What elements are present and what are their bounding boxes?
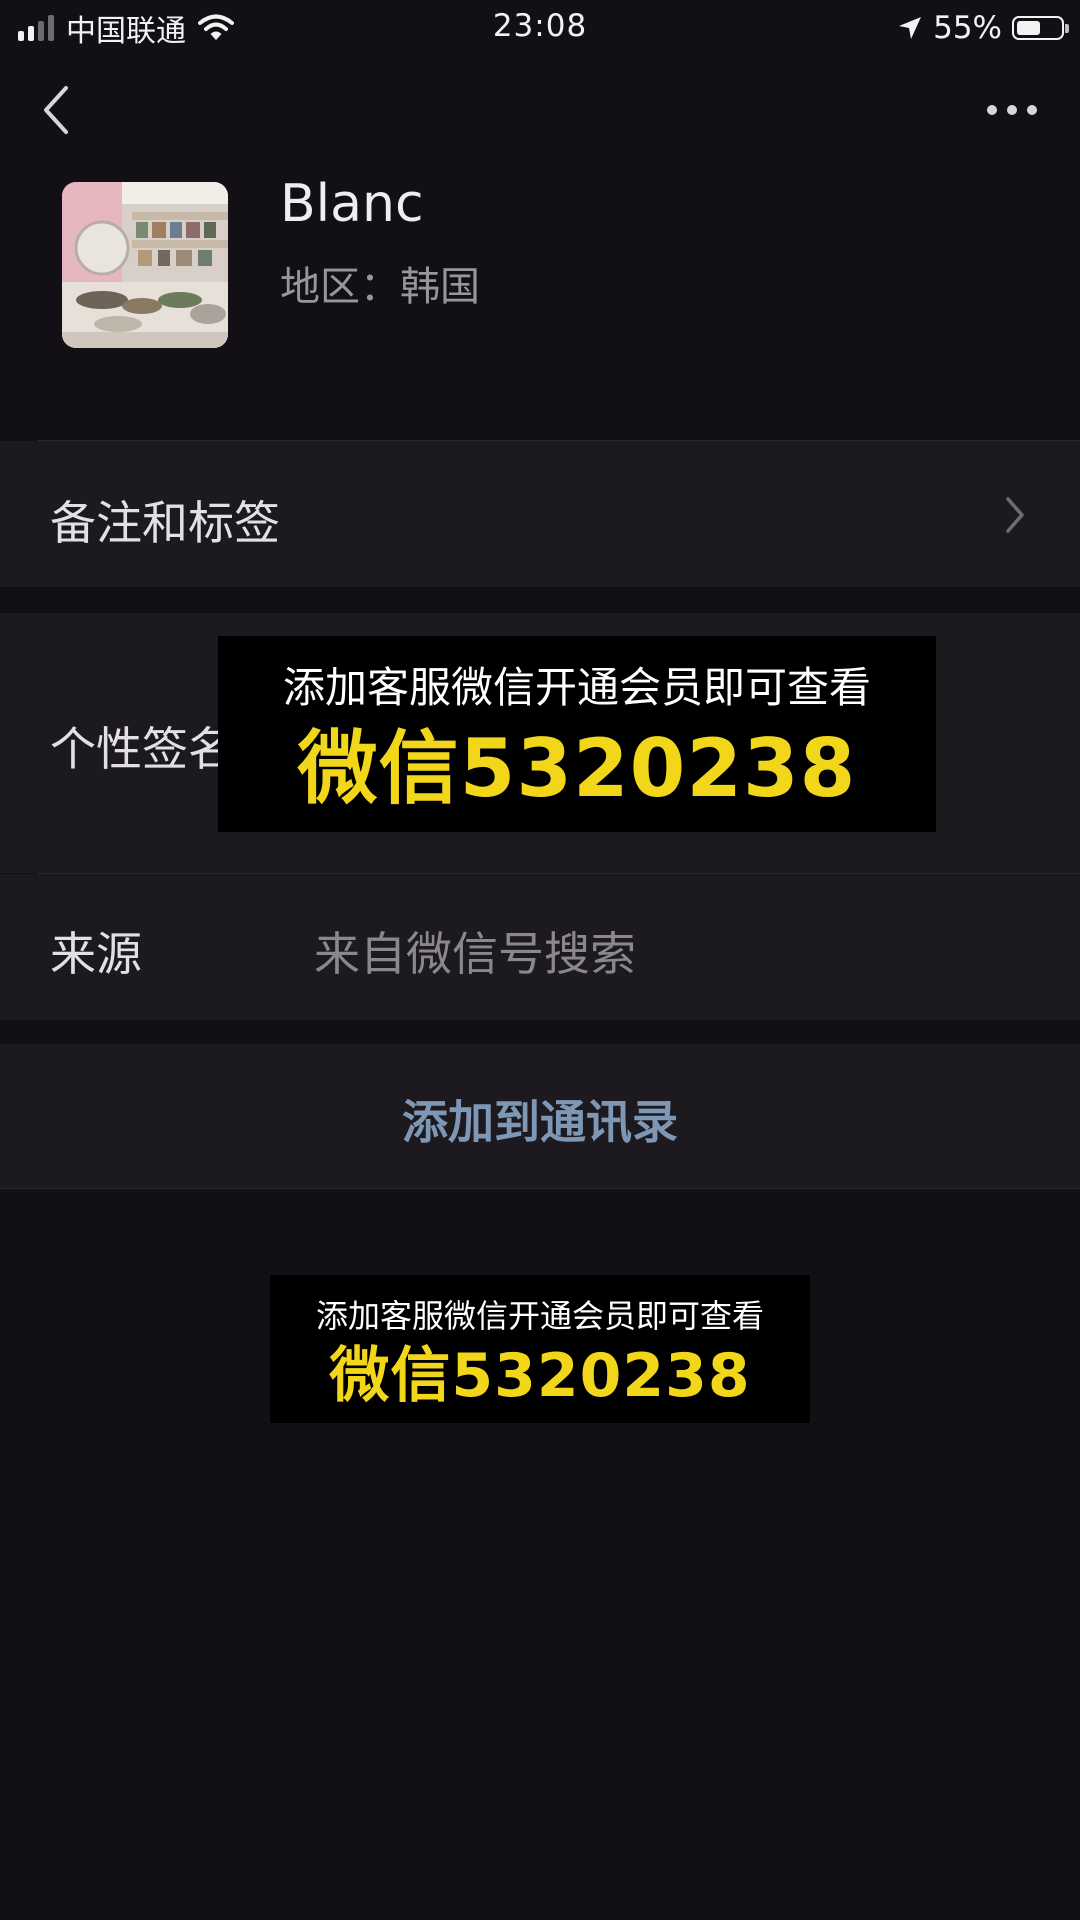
promo-banner: 添加客服微信开通会员即可查看 微信5320238 <box>270 1275 810 1423</box>
status-bar: 中国联通 23:08 55% <box>0 0 1080 54</box>
avatar-image <box>62 182 228 348</box>
profile-region: 地区：韩国 <box>280 264 480 310</box>
divider <box>0 1188 1080 1189</box>
profile-header: Blanc 地区：韩国 <box>0 150 1080 440</box>
remark-tags-label: 备注和标签 <box>50 496 280 550</box>
source-label: 来源 <box>50 927 142 981</box>
battery-fill <box>1017 21 1040 35</box>
status-right: 55% <box>897 8 1069 48</box>
battery-percent: 55% <box>933 10 1002 46</box>
location-arrow-icon <box>899 17 922 39</box>
promo-banner: 添加客服微信开通会员即可查看 微信5320238 <box>218 636 936 832</box>
section-gap <box>0 587 1080 613</box>
promo-text: 添加客服微信开通会员即可查看 <box>315 1297 764 1335</box>
source-value: 来自微信号搜索 <box>314 927 636 981</box>
section-gap <box>0 1020 1080 1044</box>
avatar[interactable] <box>62 182 228 348</box>
signature-label: 个性签名 <box>50 722 234 776</box>
add-to-contacts-label: 添加到通讯录 <box>402 1095 678 1149</box>
ellipsis-icon[interactable] <box>984 92 1040 128</box>
profile-name: Blanc <box>280 174 424 234</box>
chevron-right-icon <box>1006 497 1024 533</box>
promo-text: 添加客服微信开通会员即可查看 <box>282 663 871 712</box>
chevron-left-icon[interactable] <box>38 82 78 138</box>
promo-wechat-id: 微信5320238 <box>329 1341 751 1411</box>
promo-wechat-id: 微信5320238 <box>297 722 857 815</box>
source-row: 来源 来自微信号搜索 <box>0 874 1080 1020</box>
battery-icon <box>1012 16 1069 40</box>
remark-tags-row[interactable]: 备注和标签 <box>0 441 1080 587</box>
add-to-contacts-button[interactable]: 添加到通讯录 <box>0 1044 1080 1188</box>
